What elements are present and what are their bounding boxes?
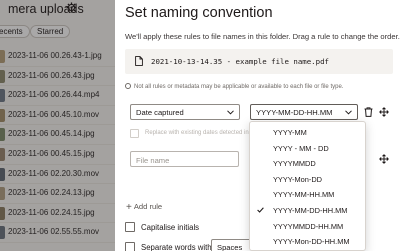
naming-convention-modal: Set naming convention We'll apply these … [115,0,400,251]
date-format-select[interactable]: YYYY-MM-DD-HH.MM [250,104,358,120]
date-format-option[interactable]: YYYY-MM-DD-HH.MM [250,203,365,219]
date-format-option[interactable]: YYYY-MM-HH.MM [250,187,365,203]
plus-icon: + [126,202,132,213]
date-format-option[interactable]: YYYY-MM [250,125,365,141]
trash-icon[interactable] [364,107,373,117]
drag-handle-icon[interactable] [379,154,389,164]
chevron-down-icon [227,110,234,115]
rule-field-select[interactable]: Date captured [130,104,240,120]
capitalise-checkbox[interactable] [125,222,135,232]
date-format-option-label: YYYY-MM [273,128,307,137]
modal-title: Set naming convention [125,5,273,21]
date-format-option-label: YYYY-Mon-DD-HH.MM [273,237,350,247]
separate-words-label: Separate words with [141,243,212,251]
date-format-value: YYYY-MM-DD-HH.MM [256,108,333,117]
info-icon [125,83,131,89]
chevron-down-icon [345,110,352,115]
drag-handle-icon[interactable] [379,107,389,117]
date-format-option-label: YYYY - MM - DD [273,143,329,153]
replace-dates-checkbox[interactable] [130,129,139,138]
add-rule-button[interactable]: + Add rule [126,202,162,213]
applicability-note: Not all rules or metadata may be applica… [125,83,343,90]
date-format-option-label: YYYY-MM-DD-HH.MM [273,206,348,215]
date-format-option[interactable]: YYYY-Mon-DD [250,172,365,188]
date-format-option-label: YYYY-Mon-DD [273,174,323,184]
capitalise-label: Capitalise initials [141,223,200,232]
date-format-option[interactable]: YYYY - MM - DD [250,141,365,157]
example-filename-box: 2021-10-13-14.35 - example file name.pdf [125,49,393,74]
date-format-option-label: YYYYMMDD-HH.MM [273,221,344,231]
add-rule-label: Add rule [133,202,163,211]
date-format-option-label: YYYYMMDD [273,159,316,169]
file-name-input[interactable]: File name [130,151,239,167]
rule-field-value: Date captured [136,108,184,117]
date-format-option[interactable]: YYYY-Mon-DD-HH.MM [250,234,365,250]
separate-words-checkbox[interactable] [125,242,135,251]
checkmark-icon [257,207,264,213]
document-icon [135,56,143,66]
date-format-option[interactable]: YYYYMMDD [250,156,365,172]
modal-description: We'll apply these rules to file names in… [125,32,400,41]
example-filename: 2021-10-13-14.35 - example file name.pdf [151,57,329,66]
date-format-option[interactable]: YYYYMMDD-HH.MM [250,219,365,235]
date-format-menu: YYYY-MM YYYY - MM - DD YYYYMMDD YYYY-Mon-DD… [249,121,366,251]
note-text: Not all rules or metadata may be applica… [134,84,344,90]
file-name-placeholder: File name [136,156,170,165]
date-format-option-label: YYYY-MM-HH.MM [273,190,335,200]
separator-value: Spaces [217,243,243,251]
